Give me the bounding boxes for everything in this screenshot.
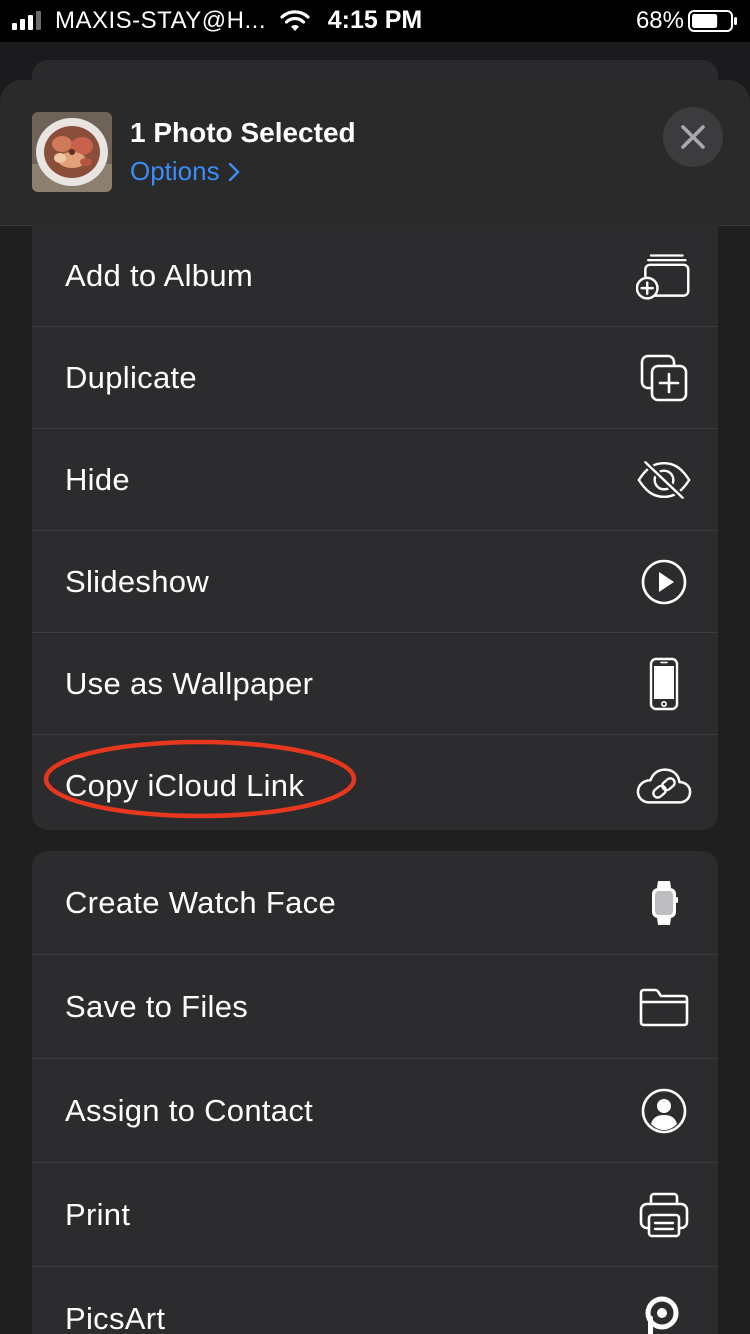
chevron-right-icon bbox=[228, 162, 239, 181]
play-circle-icon bbox=[636, 554, 692, 610]
close-button[interactable] bbox=[663, 107, 723, 167]
action-slideshow[interactable]: Slideshow bbox=[32, 531, 718, 633]
action-assign-to-contact[interactable]: Assign to Contact bbox=[32, 1059, 718, 1163]
action-label: PicsArt bbox=[65, 1301, 166, 1334]
action-label: Duplicate bbox=[65, 360, 197, 395]
close-icon bbox=[681, 125, 705, 149]
photo-thumbnail-image bbox=[32, 112, 112, 192]
selection-title: 1 Photo Selected bbox=[130, 117, 356, 148]
action-label: Save to Files bbox=[65, 989, 249, 1024]
printer-icon bbox=[636, 1187, 692, 1243]
folder-icon bbox=[636, 979, 692, 1035]
cloud-link-icon bbox=[636, 758, 692, 814]
status-bar: MAXIS-STAY@H... 4:15 PM 68% bbox=[0, 0, 750, 42]
picsart-icon bbox=[636, 1291, 692, 1334]
person-circle-icon bbox=[636, 1083, 692, 1139]
options-label: Options bbox=[130, 156, 220, 186]
add-to-album-icon bbox=[636, 248, 692, 304]
action-copy-icloud-link[interactable]: Copy iCloud Link bbox=[32, 735, 718, 830]
action-use-as-wallpaper[interactable]: Use as Wallpaper bbox=[32, 633, 718, 735]
action-print[interactable]: Print bbox=[32, 1163, 718, 1267]
action-hide[interactable]: Hide bbox=[32, 429, 718, 531]
eye-slash-icon bbox=[636, 452, 692, 508]
photo-thumbnail bbox=[32, 112, 112, 192]
duplicate-icon bbox=[636, 350, 692, 406]
share-sheet: 1 Photo Selected Options Add to Album Du… bbox=[0, 80, 750, 1334]
share-sheet-header: 1 Photo Selected Options bbox=[0, 80, 750, 226]
options-link[interactable]: Options bbox=[130, 156, 240, 187]
actions-group-apps: Create Watch Face Save to Files Assign t… bbox=[32, 851, 718, 1334]
action-label: Use as Wallpaper bbox=[65, 666, 314, 701]
watch-icon bbox=[636, 875, 692, 931]
action-picsart[interactable]: PicsArt bbox=[32, 1267, 718, 1334]
action-label: Assign to Contact bbox=[65, 1093, 314, 1128]
action-label: Slideshow bbox=[65, 564, 210, 599]
actions-group-photos: Add to Album Duplicate Hide Slideshow Us… bbox=[32, 225, 718, 830]
action-label: Print bbox=[65, 1197, 131, 1232]
action-duplicate[interactable]: Duplicate bbox=[32, 327, 718, 429]
action-label: Add to Album bbox=[65, 258, 253, 293]
action-label: Hide bbox=[65, 462, 130, 497]
action-add-to-album[interactable]: Add to Album bbox=[32, 225, 718, 327]
action-label: Create Watch Face bbox=[65, 885, 336, 920]
action-create-watch-face[interactable]: Create Watch Face bbox=[32, 851, 718, 955]
battery-icon bbox=[688, 10, 737, 32]
action-label: Copy iCloud Link bbox=[65, 768, 305, 803]
iphone-icon bbox=[636, 656, 692, 712]
battery-percent: 68% bbox=[635, 7, 684, 34]
action-save-to-files[interactable]: Save to Files bbox=[32, 955, 718, 1059]
